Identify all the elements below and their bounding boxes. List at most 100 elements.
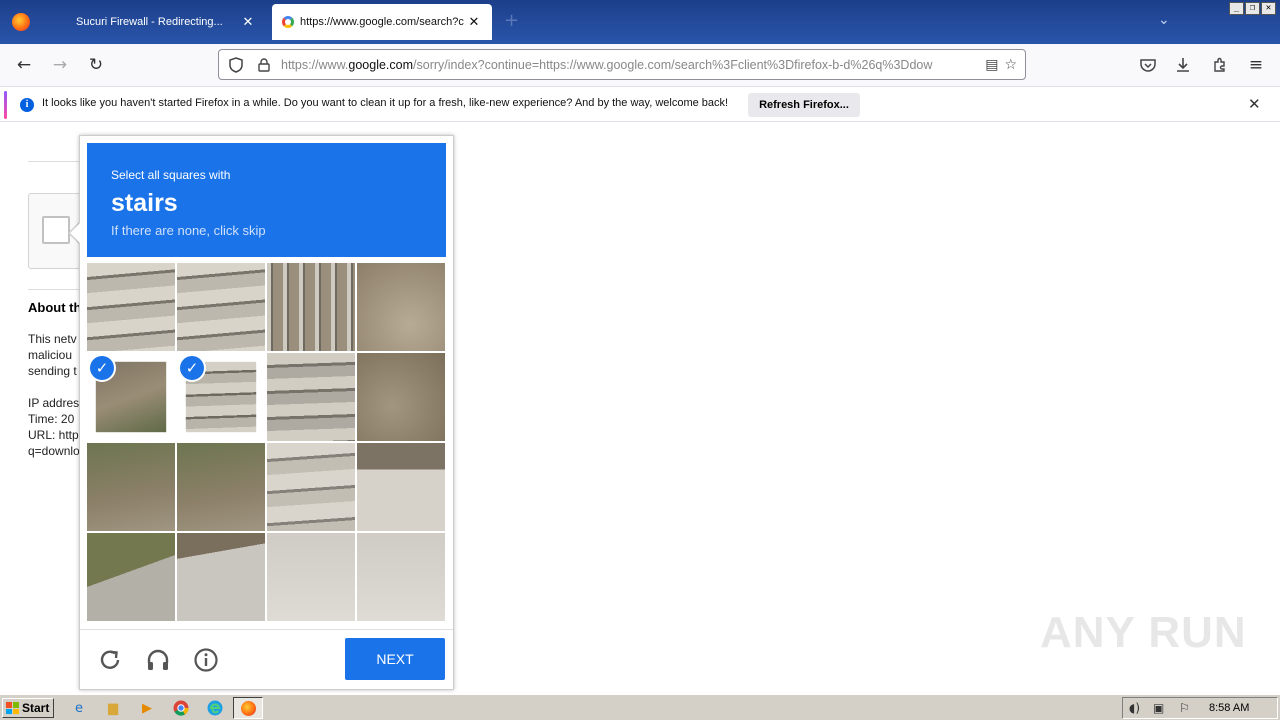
- tab-strip: Sucuri Firewall - Redirecting... ✕ https…: [0, 0, 1280, 44]
- info-icon: i: [20, 98, 34, 112]
- captcha-tile[interactable]: [87, 533, 175, 621]
- list-all-tabs-icon[interactable]: ⌄: [1158, 12, 1170, 28]
- selected-check-icon: ✓: [180, 356, 204, 380]
- tab-title: https://www.google.com/search?c: [300, 16, 464, 28]
- tile-image: [87, 263, 175, 351]
- tab-title: Sucuri Firewall - Redirecting...: [76, 16, 223, 28]
- help-info-icon[interactable]: [190, 644, 222, 676]
- refresh-firefox-button[interactable]: Refresh Firefox...: [748, 93, 860, 117]
- captcha-tile[interactable]: [357, 443, 445, 531]
- footer-divider: [80, 629, 453, 630]
- captcha-tile[interactable]: [357, 533, 445, 621]
- notification-bar: i It looks like you haven't started Fire…: [0, 86, 1280, 122]
- forward-icon[interactable]: →: [48, 53, 72, 77]
- tab-sucuri[interactable]: Sucuri Firewall - Redirecting... ✕: [60, 4, 266, 40]
- captcha-tile[interactable]: [177, 263, 265, 351]
- url-text[interactable]: https://www.google.com/sorry/index?conti…: [275, 58, 985, 72]
- volume-icon[interactable]: ◖): [1129, 701, 1140, 715]
- popup-pointer-inner: [70, 223, 80, 243]
- challenge-keyword: stairs: [111, 189, 178, 217]
- captcha-tile[interactable]: [177, 533, 265, 621]
- extensions-icon[interactable]: [1208, 53, 1232, 77]
- challenge-hint: If there are none, click skip: [111, 223, 266, 238]
- captcha-tile[interactable]: [357, 353, 445, 441]
- back-icon[interactable]: ←: [12, 53, 36, 77]
- challenge-header: Select all squares with stairs If there …: [87, 143, 446, 257]
- start-button[interactable]: Start: [2, 698, 54, 718]
- recaptcha-checkbox[interactable]: [42, 216, 70, 244]
- tile-image: [177, 443, 265, 531]
- captcha-tile[interactable]: [267, 263, 355, 351]
- firefox-taskbar-icon[interactable]: [239, 699, 257, 717]
- page-text-line: URL: http: [28, 428, 79, 442]
- minimize-button[interactable]: _: [1229, 2, 1244, 15]
- captcha-tile[interactable]: [267, 443, 355, 531]
- reload-icon[interactable]: ↻: [84, 53, 108, 77]
- page-text-line: sending t: [28, 364, 77, 378]
- tile-image: [267, 533, 355, 621]
- captcha-tile[interactable]: ✓: [177, 353, 265, 441]
- captcha-tile[interactable]: [267, 533, 355, 621]
- tile-image: [87, 443, 175, 531]
- start-label: Start: [22, 701, 50, 715]
- captcha-tile[interactable]: [87, 263, 175, 351]
- google-favicon-icon: [282, 16, 294, 28]
- pocket-icon[interactable]: [1136, 53, 1160, 77]
- file-explorer-icon[interactable]: ▆: [104, 699, 122, 717]
- new-tab-button[interactable]: +: [504, 10, 519, 31]
- tracking-shield-icon[interactable]: [225, 54, 247, 76]
- tile-image: [357, 533, 445, 621]
- notification-accent: [4, 91, 7, 119]
- next-button[interactable]: NEXT: [345, 638, 445, 680]
- captcha-tile[interactable]: [267, 353, 355, 441]
- close-window-button[interactable]: ✕: [1261, 2, 1276, 15]
- anyrun-watermark: ANY RUN: [1040, 608, 1247, 657]
- reload-challenge-icon[interactable]: [94, 644, 126, 676]
- captcha-tile[interactable]: [87, 443, 175, 531]
- reader-view-icon[interactable]: ▤: [985, 57, 998, 73]
- recaptcha-challenge: Select all squares with stairs If there …: [79, 135, 454, 690]
- navigation-bar: ← → ↻ https://www.google.com/sorry/index…: [0, 44, 1280, 86]
- tile-image: [357, 263, 445, 351]
- close-tab-icon[interactable]: ✕: [240, 14, 256, 30]
- audio-challenge-icon[interactable]: [142, 644, 174, 676]
- edge-icon[interactable]: [206, 699, 224, 717]
- network-icon[interactable]: ▣: [1153, 701, 1164, 715]
- clock: 8:58 AM: [1209, 702, 1250, 714]
- windows-logo-icon: [6, 702, 19, 714]
- tile-image: [177, 533, 265, 621]
- close-tab-icon[interactable]: ✕: [466, 14, 482, 30]
- media-player-icon[interactable]: ▶: [138, 699, 156, 717]
- tile-image: [267, 263, 355, 351]
- url-bar[interactable]: https://www.google.com/sorry/index?conti…: [218, 49, 1026, 80]
- restore-button[interactable]: ❐: [1245, 2, 1260, 15]
- app-menu-icon[interactable]: ≡: [1244, 53, 1268, 77]
- firefox-logo-icon: [240, 700, 256, 716]
- close-notification-icon[interactable]: ✕: [1248, 95, 1261, 113]
- downloads-icon[interactable]: [1171, 53, 1195, 77]
- system-tray: ◖) ▣ ⚐ 8:58 AM: [1122, 697, 1278, 719]
- lock-icon[interactable]: [253, 54, 275, 76]
- page-text-line: maliciou: [28, 348, 73, 362]
- captcha-tile[interactable]: [357, 263, 445, 351]
- url-prefix: https://www.: [281, 57, 349, 72]
- tile-image: [87, 533, 175, 621]
- challenge-instruction: Select all squares with: [111, 168, 231, 182]
- page-text-line: IP addres: [28, 396, 80, 410]
- captcha-tile[interactable]: ✓: [87, 353, 175, 441]
- firefox-menu-button[interactable]: [0, 0, 42, 44]
- tab-google[interactable]: https://www.google.com/search?c ✕: [272, 4, 492, 40]
- url-path: /sorry/index?continue=https://www.google…: [413, 57, 933, 72]
- selected-check-icon: ✓: [90, 356, 114, 380]
- tile-image: [357, 353, 445, 441]
- image-grid: ✓ ✓: [87, 263, 446, 622]
- tile-image: [357, 443, 445, 531]
- chrome-icon[interactable]: [172, 699, 190, 717]
- notification-message: It looks like you haven't started Firefo…: [42, 97, 729, 109]
- window-controls: _ ❐ ✕: [1229, 2, 1276, 15]
- action-center-flag-icon[interactable]: ⚐: [1179, 701, 1190, 715]
- tile-image: [267, 443, 355, 531]
- captcha-tile[interactable]: [177, 443, 265, 531]
- bookmark-star-icon[interactable]: ☆: [1004, 57, 1017, 73]
- internet-explorer-icon[interactable]: e: [70, 699, 88, 717]
